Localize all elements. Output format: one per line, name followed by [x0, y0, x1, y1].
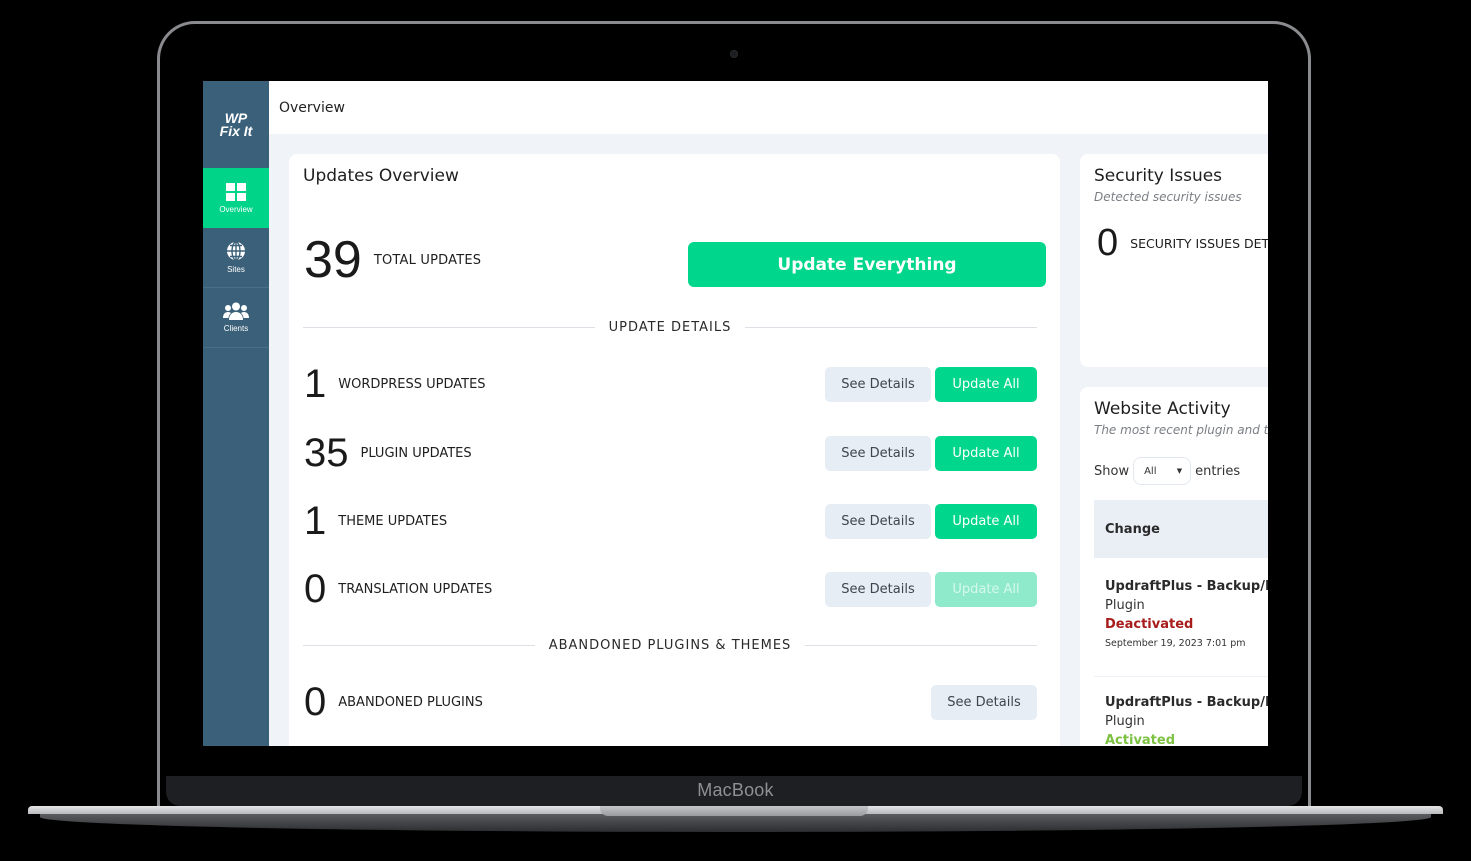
grid-icon [226, 182, 246, 201]
update-label: TRANSLATION UPDATES [338, 581, 493, 597]
abandoned-heading: ABANDONED PLUGINS & THEMES [548, 637, 792, 653]
see-details-button[interactable]: See Details [825, 503, 931, 539]
logo[interactable]: WP Fix It [203, 81, 269, 168]
section-divider: UPDATE DETAILS [303, 319, 1037, 335]
update-all-button-disabled: Update All [935, 571, 1037, 607]
update-all-button[interactable]: Update All [935, 435, 1037, 471]
activity-entry: UpdraftPlus - Backup/Restore Plugin Deac… [1105, 577, 1268, 654]
laptop-notch [600, 806, 868, 816]
entry-name: UpdraftPlus - Backup/Restore [1105, 695, 1268, 710]
entry-date: September 19, 2023 7:01 pm [1105, 638, 1246, 649]
total-updates: 39 TOTAL UPDATES [304, 234, 481, 286]
entry-type: Plugin [1105, 598, 1145, 613]
update-count: 1 [304, 499, 327, 543]
logo-line-2: Fix It [219, 122, 253, 139]
card-title: Security Issues [1094, 166, 1223, 186]
abandoned-label: ABANDONED PLUGINS [338, 694, 483, 710]
entry-divider [1094, 676, 1268, 677]
entries-select-value: All [1144, 465, 1157, 477]
column-header-change[interactable]: Change [1094, 500, 1268, 558]
sidebar-item-sites[interactable]: Sites [203, 228, 269, 288]
update-everything-button[interactable]: Update Everything [688, 242, 1046, 287]
sidebar-item-clients[interactable]: Clients [203, 288, 269, 348]
entry-status: Deactivated [1105, 617, 1194, 632]
laptop-base-bottom [40, 814, 1431, 832]
update-all-button[interactable]: Update All [935, 503, 1037, 539]
entries-length-control: Show All ▼ entries [1094, 457, 1240, 485]
abandoned-plugins-row: 0 ABANDONED PLUGINS See Details [304, 682, 1037, 722]
security-issues-label: SECURITY ISSUES DETECTED [1130, 235, 1268, 251]
card-title: Updates Overview [303, 166, 459, 186]
update-all-button[interactable]: Update All [935, 366, 1037, 402]
abandoned-count: 0 [304, 680, 327, 724]
update-count: 1 [304, 362, 327, 406]
update-row-translation: 0 TRANSLATION UPDATES See Details Update… [304, 569, 1037, 609]
update-row-theme: 1 THEME UPDATES See Details Update All [304, 501, 1037, 541]
updates-overview-card: Updates Overview 39 TOTAL UPDATES Update… [289, 154, 1060, 746]
globe-icon [226, 241, 246, 261]
update-label: PLUGIN UPDATES [360, 445, 472, 461]
caret-down-icon: ▼ [1176, 467, 1183, 475]
security-issues-count: 0 [1097, 222, 1119, 264]
total-updates-label: TOTAL UPDATES [373, 252, 482, 268]
sidebar: WP Fix It Overview Sites Clients [203, 81, 269, 746]
page-title: Overview [279, 99, 345, 116]
card-subtitle: Detected security issues [1094, 190, 1242, 204]
section-divider: ABANDONED PLUGINS & THEMES [303, 637, 1038, 653]
update-label: THEME UPDATES [338, 513, 448, 529]
update-row-plugin: 35 PLUGIN UPDATES See Details Update All [304, 433, 1037, 473]
see-details-button[interactable]: See Details [825, 435, 931, 471]
laptop-brand: MacBook [697, 780, 774, 800]
update-count: 35 [304, 431, 349, 475]
security-issues-count-row: 0 SECURITY ISSUES DETECTED [1097, 224, 1268, 262]
entries-select[interactable]: All ▼ [1133, 457, 1192, 485]
sidebar-item-label: Overview [219, 204, 253, 214]
entries-label: entries [1195, 463, 1241, 479]
update-label: WORDPRESS UPDATES [338, 376, 486, 392]
see-details-button[interactable]: See Details [825, 366, 931, 402]
update-details-heading: UPDATE DETAILS [608, 319, 732, 335]
total-updates-count: 39 [304, 231, 362, 289]
card-subtitle: The most recent plugin and theme changes [1094, 423, 1268, 437]
card-title: Website Activity [1094, 399, 1231, 419]
entry-status: Activated [1105, 733, 1176, 746]
see-details-button[interactable]: See Details [931, 684, 1037, 720]
users-icon [223, 302, 249, 320]
update-row-wordpress: 1 WORDPRESS UPDATES See Details Update A… [304, 364, 1037, 404]
sidebar-item-label: Sites [227, 265, 245, 274]
camera-icon [730, 50, 738, 58]
activity-entry: UpdraftPlus - Backup/Restore Plugin Acti… [1105, 693, 1268, 746]
update-count: 0 [304, 567, 327, 611]
entry-name: UpdraftPlus - Backup/Restore [1105, 579, 1268, 594]
sidebar-item-overview[interactable]: Overview [203, 168, 269, 228]
entry-type: Plugin [1105, 714, 1145, 729]
topbar: Overview [269, 81, 1268, 134]
screen: WP Fix It Overview Sites Clients Overvie… [203, 81, 1268, 746]
website-activity-card: Website Activity The most recent plugin … [1080, 387, 1268, 746]
show-label: Show [1094, 463, 1130, 479]
security-issues-card: Security Issues Detected security issues… [1080, 154, 1268, 367]
see-details-button[interactable]: See Details [825, 571, 931, 607]
sidebar-item-label: Clients [223, 324, 249, 333]
